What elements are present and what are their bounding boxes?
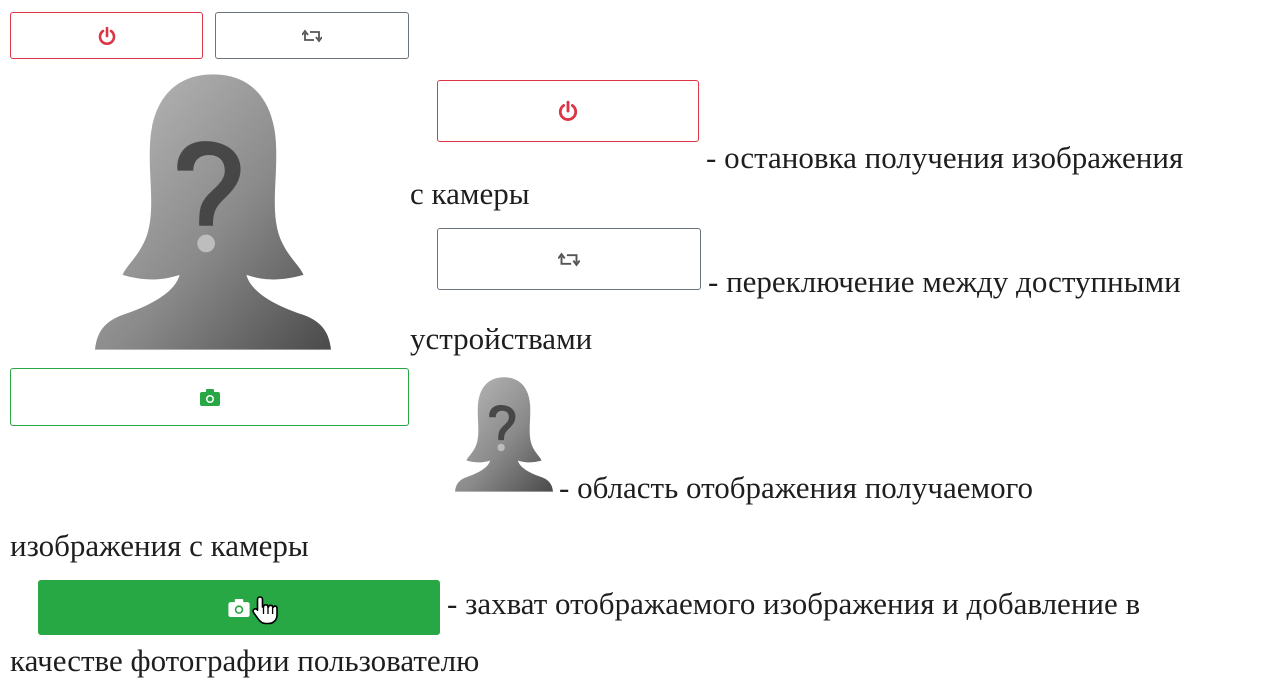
legend-stop-button (437, 80, 699, 142)
power-icon (557, 100, 579, 122)
legend-stop-text-line1: - остановка получения изображения (706, 140, 1184, 175)
repeat-icon (558, 252, 580, 267)
legend-switch-text-line1: - переключение между доступными (708, 264, 1181, 299)
camera-icon (228, 598, 250, 617)
legend-capture-button (38, 580, 440, 635)
legend-preview-text-line2: изображения с камеры (10, 528, 309, 563)
legend-capture-text-line2: качестве фотографии пользователю (10, 643, 480, 678)
power-icon (97, 26, 117, 46)
stop-camera-button[interactable] (10, 12, 203, 59)
switch-camera-button[interactable] (215, 12, 409, 59)
legend-preview-silhouette (455, 377, 553, 492)
hand-pointer-cursor-icon (251, 595, 279, 625)
legend-switch-text-line2: устройствами (410, 321, 593, 356)
legend-stop-text-line2: с камеры (410, 176, 530, 211)
camera-preview-image (95, 74, 331, 350)
repeat-icon (302, 29, 322, 43)
camera-icon (199, 388, 220, 406)
legend-preview-text-line1: - область отображения получаемого (559, 470, 1034, 505)
legend-capture-text-line1: - захват отображаемого изображения и доб… (447, 586, 1141, 621)
capture-photo-button[interactable] (10, 368, 409, 426)
legend-switch-button (437, 228, 701, 290)
